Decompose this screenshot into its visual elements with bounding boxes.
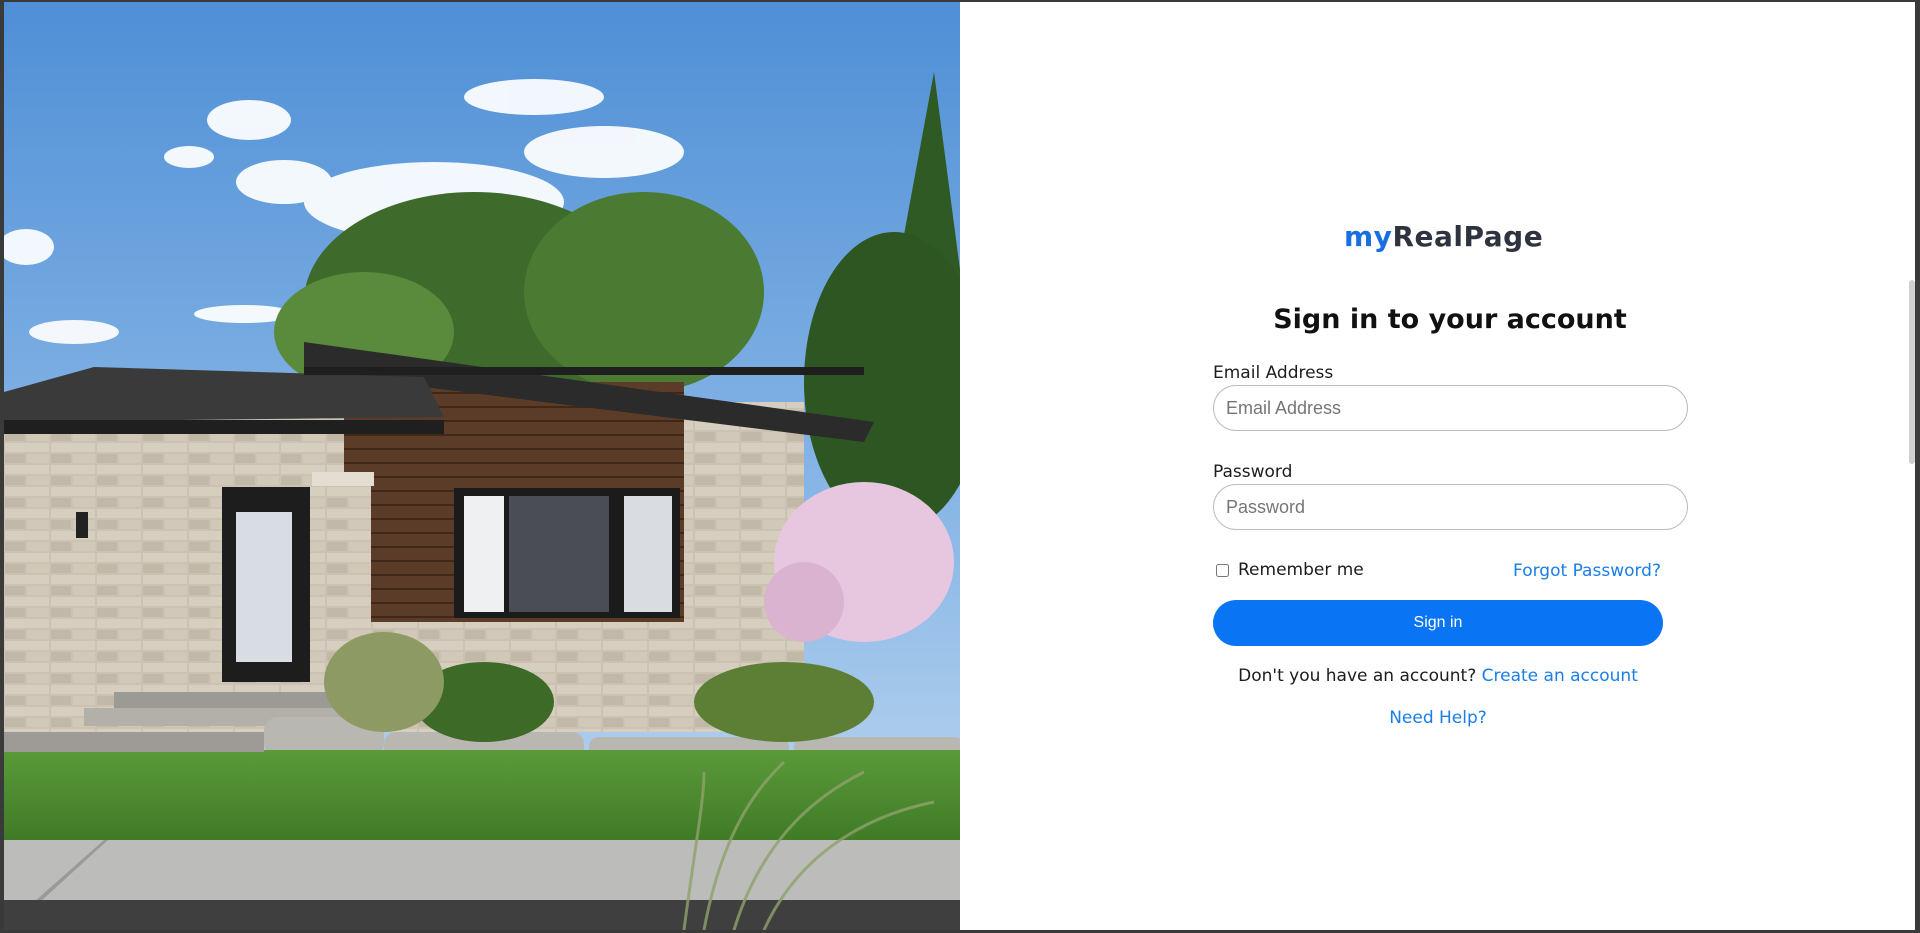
help-row: Need Help?	[1213, 708, 1663, 728]
browser-window: my RealPage Sign in to your account Email…	[4, 2, 1915, 930]
create-account-link[interactable]: Create an account	[1482, 666, 1638, 686]
email-label: Email Address	[1213, 363, 1334, 383]
sign-in-button[interactable]: Sign in	[1213, 600, 1663, 646]
forgot-password-link[interactable]: Forgot Password?	[1513, 561, 1661, 581]
logo-prefix: my	[1344, 219, 1393, 253]
remember-me-checkbox[interactable]	[1216, 563, 1229, 577]
logo-suffix: RealPage	[1392, 219, 1544, 253]
password-label: Password	[1213, 462, 1293, 482]
hero-image	[4, 2, 960, 930]
password-field[interactable]	[1213, 484, 1688, 530]
house-illustration	[4, 2, 960, 930]
brand-logo: my RealPage	[1344, 216, 1544, 256]
signup-prompt: Don't you have an account? Create an acc…	[1213, 666, 1663, 686]
remember-me[interactable]: Remember me	[1216, 560, 1364, 580]
scrollbar[interactable]	[1909, 280, 1915, 464]
login-panel: my RealPage Sign in to your account Email…	[960, 2, 1915, 930]
page-title: Sign in to your account	[1273, 304, 1627, 335]
remember-me-label: Remember me	[1238, 560, 1364, 580]
email-field[interactable]	[1213, 385, 1688, 431]
no-account-text: Don't you have an account?	[1238, 666, 1477, 686]
need-help-link[interactable]: Need Help?	[1389, 708, 1487, 728]
